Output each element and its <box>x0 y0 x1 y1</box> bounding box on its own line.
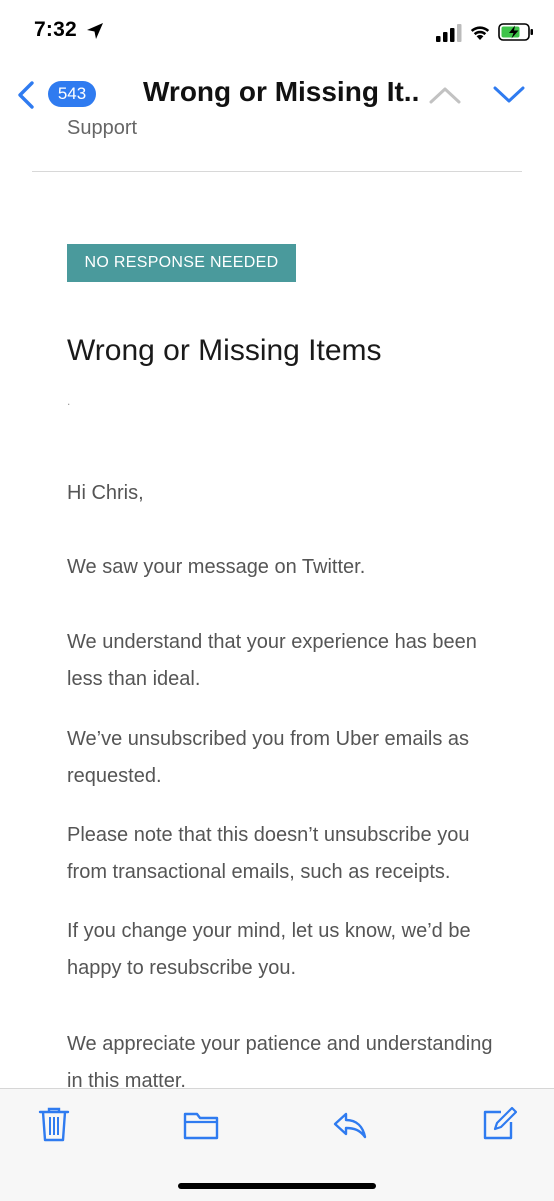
message-nav-bar: 543 Wrong or Missing It... <box>0 64 554 122</box>
body-paragraph: We’ve unsubscribed you from Uber emails … <box>67 728 470 787</box>
compose-icon[interactable] <box>481 1105 517 1143</box>
no-response-tag: NO RESPONSE NEEDED <box>67 244 296 282</box>
email-heading: Wrong or Missing Items <box>67 334 382 367</box>
body-paragraph: We understand that your experience has b… <box>67 631 477 690</box>
trash-icon[interactable] <box>36 1105 72 1143</box>
status-time: 7:32 <box>34 18 77 41</box>
status-bar: 7:32 <box>0 0 554 64</box>
separator-dot: . <box>67 394 71 408</box>
location-arrow-icon <box>87 23 103 39</box>
sender-label: Support <box>67 117 138 139</box>
wifi-icon <box>470 26 490 40</box>
body-paragraph: We saw your message on Twitter. <box>67 556 366 578</box>
cellular-signal-icon <box>436 24 462 42</box>
home-indicator <box>178 1183 376 1189</box>
message-subject-title: Wrong or Missing It... <box>143 76 418 107</box>
mailbox-back-button[interactable]: 543 <box>48 81 96 107</box>
folder-icon[interactable] <box>183 1105 219 1143</box>
body-paragraph: If you change your mind, let us know, we… <box>67 920 471 979</box>
body-paragraph: Please note that this doesn’t unsubscrib… <box>67 824 470 883</box>
back-chevron-icon[interactable] <box>14 80 38 110</box>
next-message-icon[interactable] <box>492 84 526 106</box>
greeting-text: Hi Chris, <box>67 482 144 504</box>
reply-icon[interactable] <box>332 1105 368 1143</box>
previous-message-icon <box>429 87 461 104</box>
header-divider <box>32 171 522 172</box>
battery-charging-icon <box>498 23 533 41</box>
